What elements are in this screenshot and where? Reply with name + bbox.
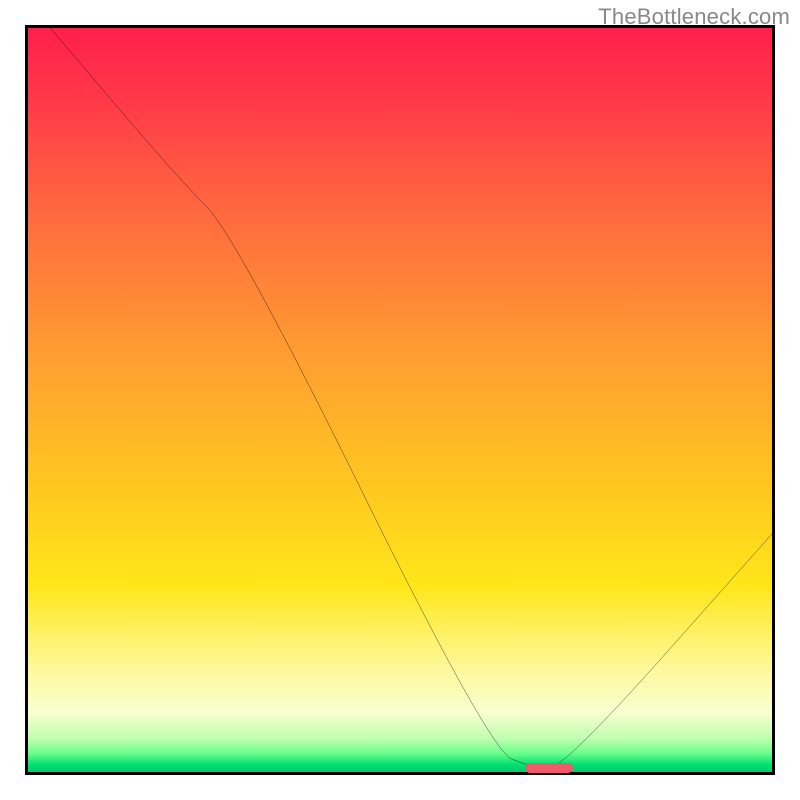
curve-layer — [28, 28, 772, 772]
bottleneck-curve — [50, 28, 772, 768]
optimum-marker — [525, 763, 573, 773]
plot-area — [25, 25, 775, 775]
chart-canvas: TheBottleneck.com — [0, 0, 800, 800]
